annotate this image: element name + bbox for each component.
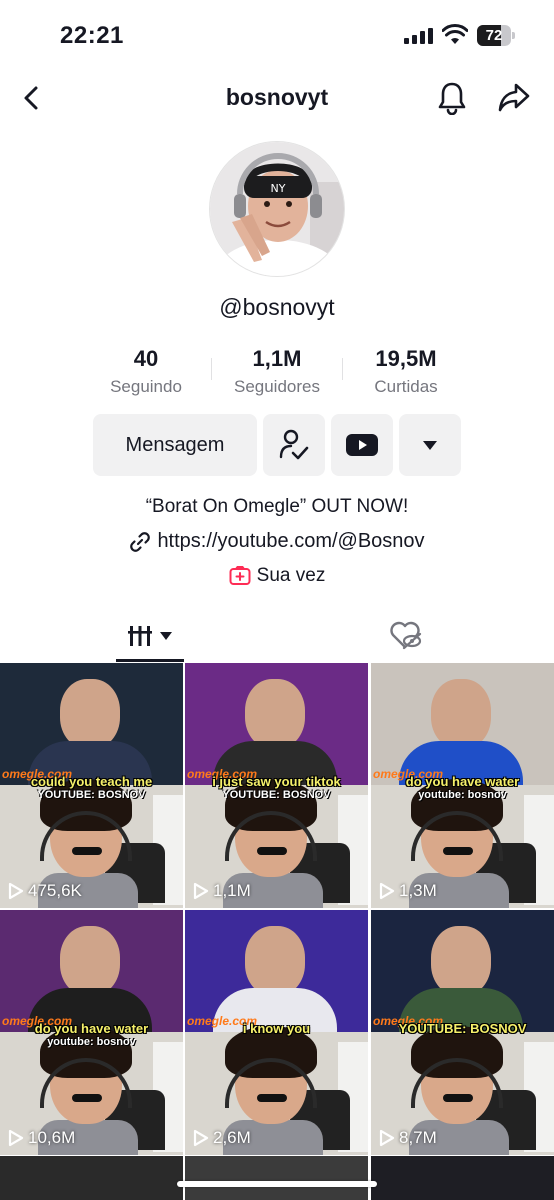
play-icon — [193, 1129, 209, 1147]
videos-grid-icon — [128, 626, 152, 646]
video-tile[interactable]: omegle.com i just saw your tiktok YOUTUBE:… — [185, 663, 368, 908]
video-tile[interactable]: omegle.com do you have water youtube: bosn… — [0, 910, 183, 1155]
battery-icon: 72 — [477, 25, 515, 46]
video-caption: could you teach me — [30, 774, 153, 789]
play-icon — [379, 882, 395, 900]
profile-link[interactable]: https://youtube.com/@Bosnov — [0, 530, 554, 553]
video-thumbnail-top: omegle.com — [371, 910, 554, 1038]
liked-hidden-icon[interactable] — [388, 620, 422, 650]
message-button[interactable]: Mensagem — [93, 414, 257, 476]
bell-icon[interactable] — [436, 81, 468, 115]
home-indicator[interactable] — [177, 1181, 377, 1187]
wifi-icon — [442, 24, 468, 44]
tab-active-indicator — [116, 659, 184, 662]
likes-stat[interactable]: 19,5M Curtidas — [336, 346, 476, 397]
followers-label: Seguidores — [233, 377, 320, 396]
page-title: bosnovyt — [225, 84, 329, 110]
profile-tabs — [0, 610, 554, 664]
link-icon — [130, 531, 151, 552]
video-tile[interactable] — [371, 1156, 554, 1200]
play-icon — [379, 1129, 395, 1147]
status-bar: 22:21 72 — [0, 0, 554, 70]
video-caption: YOUTUBE: BOSNOV — [398, 1021, 527, 1036]
video-caption-sub: youtube: bosnov — [47, 1036, 136, 1048]
video-view-count: 1,3M — [399, 881, 437, 900]
video-thumbnail-top: omegle.com — [371, 663, 554, 791]
video-thumbnail-top: omegle.com — [185, 663, 368, 791]
video-views: 2,6M — [193, 1128, 251, 1148]
video-caption: do you have water — [34, 1021, 149, 1036]
dropdown-arrow-icon — [160, 632, 172, 640]
tab-videos[interactable] — [116, 610, 184, 662]
video-view-count: 10,6M — [28, 1128, 76, 1147]
video-tile[interactable]: omegle.com could you teach me YOUTUBE: BOS… — [0, 663, 183, 908]
avatar[interactable]: NY — [209, 141, 345, 277]
followers-stat[interactable]: 1,1M Seguidores — [207, 346, 347, 397]
video-view-count: 475,6K — [28, 881, 82, 900]
video-thumbnail-top: omegle.com — [0, 663, 183, 791]
add-video-icon — [229, 566, 251, 585]
youtube-icon — [346, 434, 378, 456]
video-caption: i know you — [242, 1021, 311, 1036]
video-thumbnail-top: omegle.com — [0, 910, 183, 1038]
video-view-count: 2,6M — [213, 1128, 251, 1147]
share-icon[interactable] — [497, 82, 531, 114]
followers-count: 1,1M — [252, 346, 302, 371]
video-view-count: 1,1M — [213, 881, 251, 900]
video-caption-sub: YOUTUBE: BOSNOV — [37, 789, 146, 801]
video-views: 10,6M — [8, 1128, 75, 1148]
video-caption-sub: YOUTUBE: BOSNOV — [222, 789, 331, 801]
play-icon — [8, 882, 24, 900]
dropdown-arrow-icon — [423, 440, 437, 450]
following-label: Seguindo — [110, 377, 182, 396]
video-tile[interactable]: omegle.com do you have water youtube: bosn… — [371, 663, 554, 908]
video-views: 475,6K — [8, 881, 82, 901]
following-check-icon — [279, 429, 309, 460]
svg-text:NY: NY — [271, 182, 286, 195]
now-playing[interactable]: Sua vez — [0, 565, 554, 587]
battery-level: 72 — [485, 27, 503, 44]
more-options-button[interactable] — [399, 414, 461, 476]
signal-icon — [404, 28, 433, 44]
profile-header: bosnovyt — [0, 70, 554, 126]
profile-handle: @bosnovyt — [219, 294, 335, 320]
following-stat[interactable]: 40 Seguindo — [76, 346, 216, 397]
video-views: 8,7M — [379, 1128, 437, 1148]
video-tile[interactable]: omegle.com YOUTUBE: BOSNOV 8,7M — [371, 910, 554, 1155]
profile-link-text[interactable]: https://youtube.com/@Bosnov — [157, 530, 424, 553]
video-views: 1,3M — [379, 881, 437, 901]
following-count: 40 — [133, 346, 159, 371]
play-icon — [8, 1129, 24, 1147]
video-view-count: 8,7M — [399, 1128, 437, 1147]
video-caption: do you have water — [405, 774, 520, 789]
video-tile[interactable]: omegle.com i know you 2,6M — [185, 910, 368, 1155]
now-playing-text: Sua vez — [256, 565, 326, 586]
video-caption: i just saw your tiktok — [212, 774, 341, 789]
video-views: 1,1M — [193, 881, 251, 901]
following-button[interactable] — [263, 414, 325, 476]
video-caption-sub: youtube: bosnov — [418, 789, 507, 801]
video-thumbnail-top: omegle.com — [185, 910, 368, 1038]
video-tile[interactable] — [185, 1156, 368, 1200]
play-icon — [193, 882, 209, 900]
video-tile[interactable] — [0, 1156, 183, 1200]
likes-label: Curtidas — [374, 377, 438, 396]
likes-count: 19,5M — [375, 346, 437, 371]
youtube-button[interactable] — [331, 414, 393, 476]
profile-bio: “Borat On Omegle” OUT NOW! — [145, 496, 409, 517]
status-time: 22:21 — [60, 22, 124, 49]
